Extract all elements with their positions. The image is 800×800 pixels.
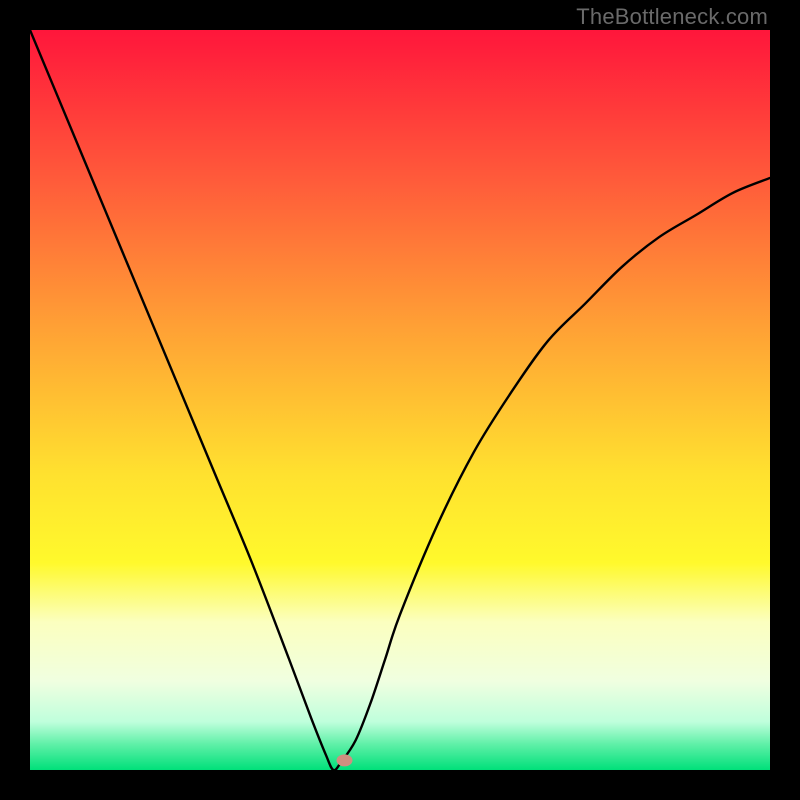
- gradient-background: [30, 30, 770, 770]
- watermark-text: TheBottleneck.com: [576, 4, 768, 30]
- bottleneck-chart: [30, 30, 770, 770]
- optimum-marker: [337, 754, 353, 766]
- chart-frame: [30, 30, 770, 770]
